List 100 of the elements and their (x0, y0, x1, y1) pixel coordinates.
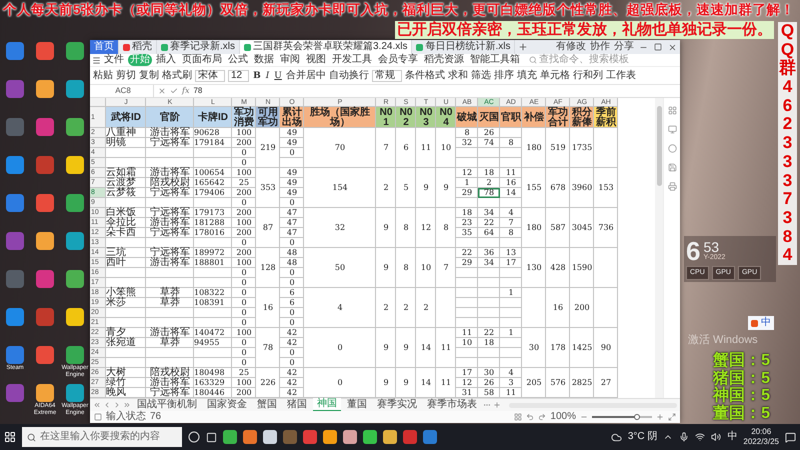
ribbon-button[interactable]: 复制 (139, 70, 159, 82)
app-icon[interactable] (343, 430, 357, 444)
redo-icon[interactable] (538, 413, 546, 421)
task-view-icon[interactable] (206, 432, 217, 442)
zoom-level[interactable]: 100% (550, 411, 576, 423)
normal-view-icon[interactable] (514, 413, 522, 421)
ribbon-button[interactable]: 填充 (516, 70, 537, 82)
close-icon[interactable] (668, 42, 677, 52)
first-sheet-icon[interactable] (93, 401, 101, 409)
notification-icon[interactable] (785, 432, 796, 442)
zoom-in-icon[interactable] (656, 413, 664, 421)
toolbar-action[interactable]: 协作 (588, 40, 612, 54)
ribbon-button[interactable]: 条件格式 (404, 70, 445, 82)
menu-tab[interactable]: 插入 (154, 54, 178, 66)
sheet-tab[interactable]: 猪国 (283, 399, 311, 411)
sheet-tab[interactable]: 蟹国 (253, 399, 281, 411)
format-button[interactable]: U (273, 70, 283, 82)
document-tab[interactable]: 首页 (90, 40, 119, 54)
ribbon-button[interactable]: 行和列 (572, 70, 603, 82)
network-icon[interactable] (695, 432, 706, 442)
next-sheet-icon[interactable] (113, 401, 121, 409)
taskbar-search-field[interactable]: 在这里输入你要搜索的内容 (22, 427, 182, 447)
previous-sheet-icon[interactable] (103, 401, 111, 409)
toolbar-action[interactable]: 分享 (612, 40, 636, 54)
ribbon-button[interactable]: 筛选 (470, 70, 491, 82)
vertical-scrollbar[interactable] (655, 98, 663, 398)
ribbon-dropdown[interactable]: 宋体 (195, 70, 225, 82)
cell-name-box[interactable]: AC8 (93, 85, 154, 97)
ribbon-button[interactable]: 单元格 (540, 70, 570, 82)
ribbon-button[interactable]: 剪切 (116, 70, 136, 82)
menu-tab[interactable]: 开发工具 (330, 54, 374, 66)
toolbar-action[interactable]: 有修改 (554, 40, 588, 54)
formula-input[interactable]: 78 (193, 85, 677, 97)
app-icon[interactable] (263, 430, 277, 444)
sheet-tab[interactable]: 董国 (343, 399, 371, 411)
app-icon[interactable] (66, 308, 84, 326)
ribbon-button[interactable]: 合并居中 (286, 70, 326, 82)
ribbon-button[interactable]: 求和 (448, 70, 468, 82)
app-icon[interactable] (383, 430, 397, 444)
ime-toolbar[interactable]: 中 (748, 316, 774, 330)
menu-tab[interactable]: 文件 (102, 54, 126, 66)
app-icon[interactable] (36, 80, 54, 98)
microphone-icon[interactable] (679, 432, 690, 442)
slider-thumb[interactable] (634, 414, 640, 420)
new-tab-icon[interactable] (518, 42, 528, 52)
app-icon[interactable] (323, 430, 337, 444)
header-cell: N01 (376, 107, 396, 128)
last-sheet-icon[interactable] (123, 401, 131, 409)
app-icon[interactable] (223, 430, 237, 444)
menu-icon[interactable] (92, 56, 101, 64)
app-icon[interactable] (243, 430, 257, 444)
ribbon-button[interactable]: 自动换行 (328, 70, 369, 82)
ribbon-dropdown[interactable]: 常规 (372, 70, 402, 82)
sheet-tab[interactable]: 国家资金 (203, 399, 251, 411)
add-sheet-icon[interactable] (493, 401, 501, 409)
fullscreen-icon[interactable] (668, 413, 676, 421)
maximize-icon[interactable] (654, 43, 662, 51)
save-icon[interactable] (668, 163, 676, 172)
menu-tab[interactable]: 数据 (252, 54, 276, 66)
app-icon[interactable] (363, 430, 377, 444)
table-cell: 678 (546, 168, 570, 208)
menu-tab[interactable]: 公式 (226, 54, 250, 66)
clock[interactable]: 20:06 2022/3/25 (743, 427, 779, 447)
menu-tab[interactable]: 审阅 (278, 54, 302, 66)
input-method-indicator[interactable]: 中 (727, 431, 738, 443)
volume-icon[interactable] (711, 432, 722, 442)
ribbon-button[interactable]: 格式刷 (162, 70, 192, 82)
ribbon-button[interactable]: 工作表 (606, 70, 636, 82)
start-icon[interactable] (4, 431, 16, 443)
header-cell: 季前薪积 (594, 107, 618, 128)
app-icon[interactable] (36, 232, 54, 250)
app-icon[interactable] (66, 80, 84, 98)
ribbon-button[interactable]: 粘贴 (93, 70, 113, 82)
sheet-tab[interactable]: 国战平衡机制 (133, 399, 201, 411)
cancel-icon[interactable] (158, 87, 166, 95)
function-button[interactable]: fx (182, 85, 190, 97)
format-button[interactable]: I (264, 70, 270, 82)
ribbon-dropdown[interactable]: 12 (228, 70, 250, 82)
menu-tab[interactable]: 智能工具箱 (468, 54, 522, 66)
app-icon[interactable] (66, 232, 84, 250)
grid-icon[interactable] (668, 106, 676, 115)
document-tab[interactable]: 三国群英会荣誉卓联荣耀篇3.24.xls (240, 40, 412, 54)
menu-tab[interactable]: 会员专享 (376, 54, 420, 66)
check-icon[interactable] (170, 87, 178, 95)
app-icon[interactable] (66, 156, 84, 174)
ribbon-button[interactable]: 排序 (494, 70, 514, 82)
app-icon[interactable] (66, 118, 84, 136)
app-icon[interactable] (66, 194, 84, 212)
menu-tab[interactable]: 稻壳资源 (422, 54, 466, 66)
undo-icon[interactable] (526, 413, 534, 421)
sheet-tab[interactable]: 赛季市场表 (423, 399, 481, 411)
monitor-icon[interactable] (668, 125, 676, 134)
sheet-tab[interactable]: 神国 (313, 398, 341, 412)
menu-tab[interactable]: 页面布局 (180, 54, 224, 66)
printer-icon[interactable] (668, 182, 676, 191)
menu-tab[interactable]: 视图 (304, 54, 328, 66)
sheet-tab[interactable]: 赛季实况 (373, 399, 421, 411)
app-icon[interactable] (66, 42, 84, 60)
app-icon[interactable] (66, 270, 84, 288)
format-button[interactable]: B (252, 70, 262, 82)
